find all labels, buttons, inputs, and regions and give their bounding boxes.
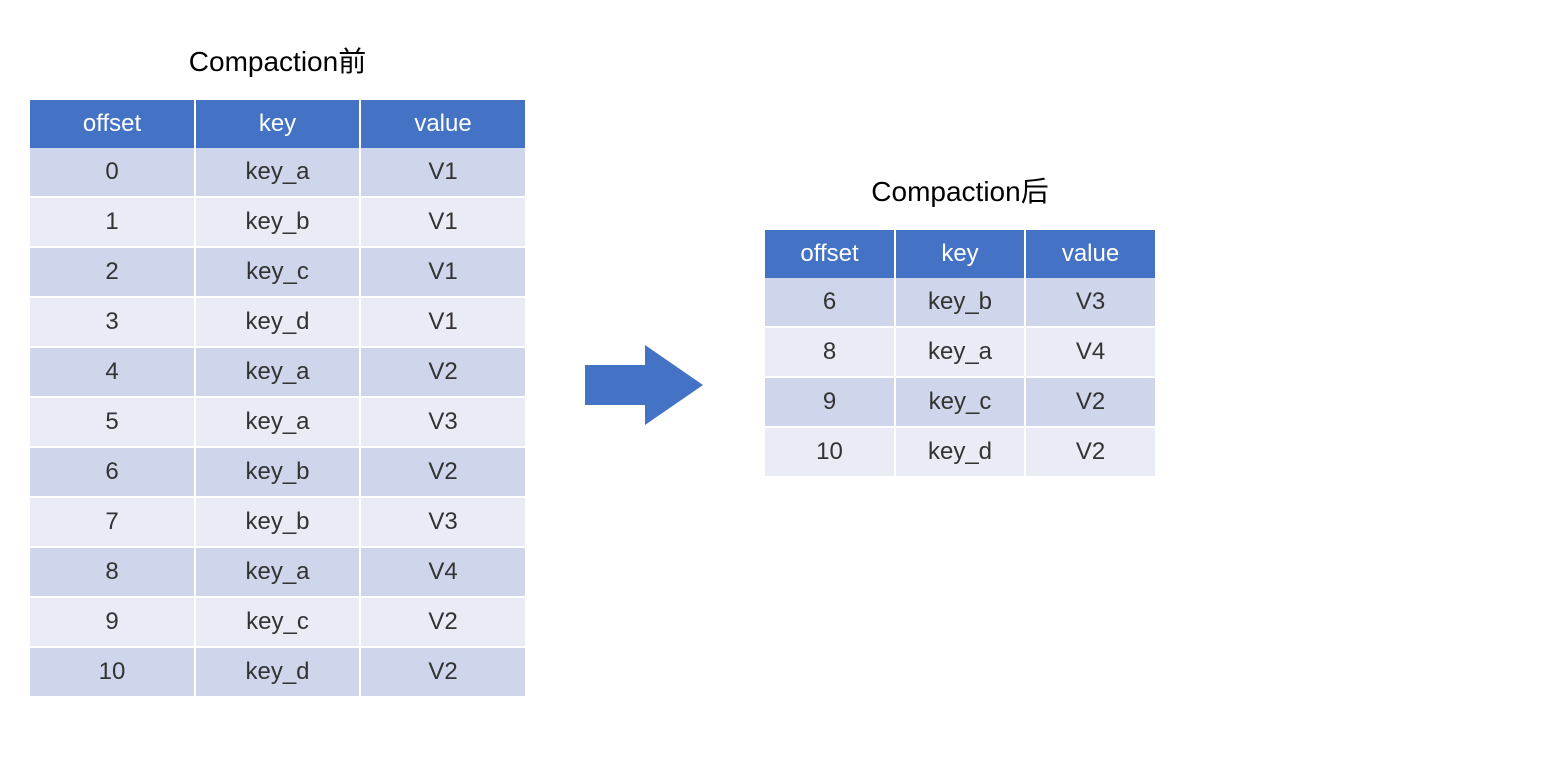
cell-value: V1 — [360, 197, 525, 247]
table-row: 2 key_c V1 — [30, 247, 525, 297]
cell-key: key_d — [195, 647, 360, 697]
cell-offset: 3 — [30, 297, 195, 347]
cell-value: V3 — [1025, 278, 1155, 327]
cell-value: V3 — [360, 497, 525, 547]
header-offset: offset — [765, 230, 895, 278]
cell-offset: 4 — [30, 347, 195, 397]
header-value: value — [360, 100, 525, 148]
cell-key: key_a — [195, 397, 360, 447]
table-row: 0 key_a V1 — [30, 148, 525, 197]
cell-key: key_a — [195, 347, 360, 397]
cell-key: key_a — [195, 148, 360, 197]
after-title: Compaction后 — [871, 170, 1048, 210]
header-key: key — [895, 230, 1025, 278]
cell-offset: 9 — [765, 377, 895, 427]
table-row: 1 key_b V1 — [30, 197, 525, 247]
cell-key: key_b — [895, 278, 1025, 327]
cell-offset: 0 — [30, 148, 195, 197]
cell-key: key_b — [195, 197, 360, 247]
cell-value: V1 — [360, 247, 525, 297]
cell-key: key_c — [195, 247, 360, 297]
cell-value: V1 — [360, 297, 525, 347]
table-row: 9 key_c V2 — [765, 377, 1155, 427]
cell-offset: 8 — [765, 327, 895, 377]
cell-key: key_b — [195, 447, 360, 497]
table-row: 8 key_a V4 — [765, 327, 1155, 377]
cell-key: key_d — [895, 427, 1025, 477]
cell-offset: 6 — [30, 447, 195, 497]
header-key: key — [195, 100, 360, 148]
cell-key: key_a — [195, 547, 360, 597]
cell-offset: 2 — [30, 247, 195, 297]
table-row: 10 key_d V2 — [30, 647, 525, 697]
cell-value: V2 — [360, 447, 525, 497]
cell-value: V4 — [1025, 327, 1155, 377]
cell-key: key_c — [895, 377, 1025, 427]
after-compaction-section: Compaction后 offset key value 6 key_b V3 … — [765, 170, 1155, 478]
cell-value: V2 — [360, 597, 525, 647]
cell-offset: 7 — [30, 497, 195, 547]
before-table: offset key value 0 key_a V1 1 key_b V1 2 — [30, 100, 525, 698]
table-row: 5 key_a V3 — [30, 397, 525, 447]
table-row: 6 key_b V2 — [30, 447, 525, 497]
cell-offset: 9 — [30, 597, 195, 647]
cell-offset: 10 — [30, 647, 195, 697]
cell-offset: 1 — [30, 197, 195, 247]
cell-offset: 5 — [30, 397, 195, 447]
table-header-row: offset key value — [765, 230, 1155, 278]
before-compaction-section: Compaction前 offset key value 0 key_a V1 … — [30, 40, 525, 698]
header-offset: offset — [30, 100, 195, 148]
header-value: value — [1025, 230, 1155, 278]
table-row: 10 key_d V2 — [765, 427, 1155, 477]
table-header-row: offset key value — [30, 100, 525, 148]
cell-value: V3 — [360, 397, 525, 447]
cell-key: key_c — [195, 597, 360, 647]
cell-offset: 8 — [30, 547, 195, 597]
arrow-icon — [585, 340, 705, 430]
cell-value: V2 — [1025, 427, 1155, 477]
cell-offset: 6 — [765, 278, 895, 327]
table-row: 4 key_a V2 — [30, 347, 525, 397]
before-title: Compaction前 — [189, 40, 366, 80]
cell-key: key_a — [895, 327, 1025, 377]
table-row: 6 key_b V3 — [765, 278, 1155, 327]
cell-value: V2 — [360, 647, 525, 697]
after-table: offset key value 6 key_b V3 8 key_a V4 9 — [765, 230, 1155, 478]
cell-value: V2 — [360, 347, 525, 397]
table-row: 3 key_d V1 — [30, 297, 525, 347]
table-row: 8 key_a V4 — [30, 547, 525, 597]
cell-key: key_d — [195, 297, 360, 347]
cell-value: V4 — [360, 547, 525, 597]
cell-offset: 10 — [765, 427, 895, 477]
cell-value: V2 — [1025, 377, 1155, 427]
table-row: 9 key_c V2 — [30, 597, 525, 647]
table-row: 7 key_b V3 — [30, 497, 525, 547]
cell-value: V1 — [360, 148, 525, 197]
cell-key: key_b — [195, 497, 360, 547]
